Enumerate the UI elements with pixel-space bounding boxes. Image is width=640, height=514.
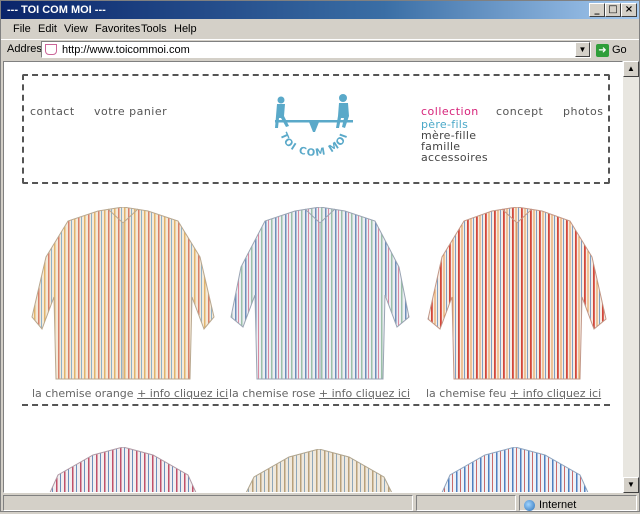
shirt-rose-image[interactable]: [225, 207, 415, 382]
product-info-link[interactable]: + info cliquez ici: [319, 387, 410, 400]
status-pane: [416, 495, 516, 511]
scroll-up-icon[interactable]: ▲: [623, 61, 639, 77]
product-caption: la chemise orange + info cliquez ici: [32, 387, 228, 400]
nav-contact[interactable]: contact: [30, 105, 75, 118]
product-info-link[interactable]: + info cliquez ici: [510, 387, 601, 400]
menu-edit[interactable]: Edit: [38, 19, 57, 39]
minimize-button[interactable]: _: [589, 3, 605, 17]
menu-favorites[interactable]: Favorites: [95, 19, 140, 39]
status-text-pane: [3, 495, 413, 511]
close-button[interactable]: ×: [621, 3, 637, 17]
product-info-link[interactable]: + info cliquez ici: [137, 387, 228, 400]
maximize-button[interactable]: □: [605, 3, 621, 17]
logo-text: TOI COM MOI: [277, 131, 349, 159]
product-name: la chemise orange: [32, 387, 134, 400]
browser-window: --- TOI COM MOI --- _ □ × File Edit View…: [0, 0, 640, 512]
menu-tools[interactable]: Tools: [141, 19, 167, 39]
menu-view[interactable]: View: [64, 19, 88, 39]
vertical-scrollbar[interactable]: ▲ ▼: [623, 61, 639, 493]
submenu-accessoires[interactable]: accessoires: [421, 151, 488, 164]
shirt-image[interactable]: [48, 447, 198, 493]
address-bar: Address http://www.toicommoi.com ▼ ➜ Go: [1, 39, 639, 59]
nav-collection[interactable]: collection: [421, 105, 479, 118]
status-bar: Internet: [1, 494, 639, 512]
nav-panier[interactable]: votre panier: [94, 105, 167, 118]
window-title: --- TOI COM MOI ---: [7, 4, 106, 16]
zone-pane: Internet: [519, 495, 637, 511]
nav-photos[interactable]: photos: [563, 105, 603, 118]
logo-icon[interactable]: TOI COM MOI: [269, 92, 359, 167]
menu-help[interactable]: Help: [174, 19, 197, 39]
go-arrow-icon: ➜: [596, 43, 609, 57]
chevron-down-icon[interactable]: ▼: [575, 42, 590, 57]
address-url[interactable]: http://www.toicommoi.com: [62, 44, 190, 56]
shirt-image[interactable]: [440, 447, 590, 493]
svg-text:TOI COM MOI: TOI COM MOI: [277, 131, 350, 159]
go-label: Go: [612, 44, 627, 56]
divider: [22, 404, 610, 406]
shirt-orange-image[interactable]: [28, 207, 218, 382]
go-button[interactable]: ➜ Go: [596, 42, 632, 58]
product-caption: la chemise rose + info cliquez ici: [229, 387, 410, 400]
title-bar: --- TOI COM MOI --- _ □ ×: [1, 1, 639, 19]
globe-icon: [524, 499, 535, 511]
page-content: contact votre panier TOI COM MOI collect…: [3, 61, 623, 493]
menu-bar: File Edit View Favorites Tools Help: [1, 19, 639, 39]
zone-label: Internet: [539, 499, 577, 511]
shirt-image[interactable]: [244, 449, 394, 493]
product-caption: la chemise feu + info cliquez ici: [426, 387, 601, 400]
product-name: la chemise rose: [229, 387, 316, 400]
product-name: la chemise feu: [426, 387, 507, 400]
shirt-feu-image[interactable]: [422, 207, 612, 382]
scroll-down-icon[interactable]: ▼: [623, 477, 639, 493]
page-icon: [45, 44, 57, 55]
menu-file[interactable]: File: [13, 19, 31, 39]
nav-concept[interactable]: concept: [496, 105, 543, 118]
address-input[interactable]: http://www.toicommoi.com ▼: [41, 41, 591, 58]
